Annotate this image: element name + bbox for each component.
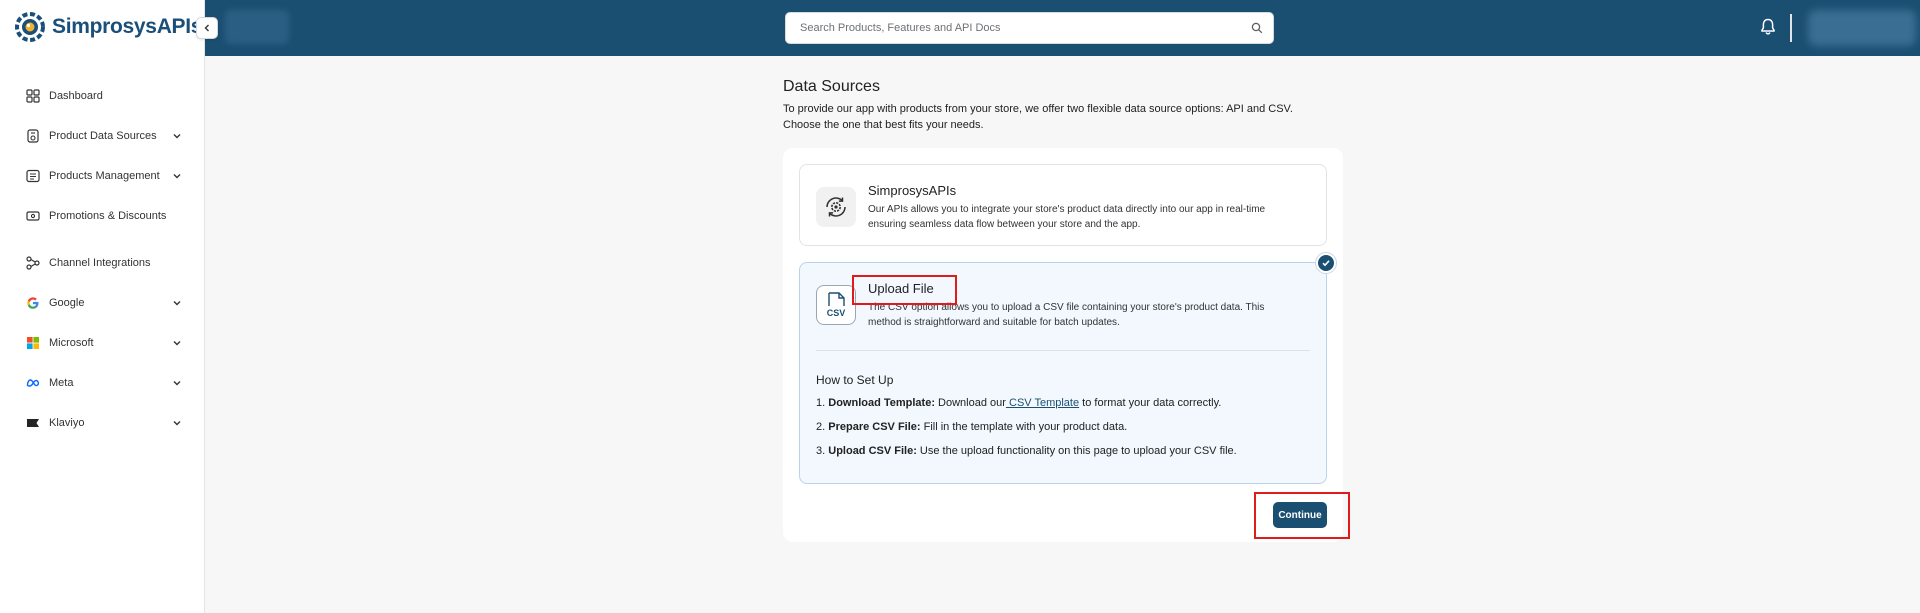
sidebar-item-label: Meta (49, 377, 74, 389)
chevron-down-icon[interactable] (171, 170, 183, 182)
chevron-down-icon[interactable] (171, 297, 183, 309)
search-icon[interactable] (1251, 22, 1263, 34)
highlight-box-continue (1254, 492, 1350, 539)
sidebar-item-channel-integrations[interactable]: Channel Integrations (0, 247, 205, 279)
sidebar-item-google[interactable]: Google (0, 287, 205, 319)
search-input[interactable] (800, 22, 1251, 34)
step-text: Download our (935, 397, 1006, 409)
brand-name-part1: Simprosys (52, 15, 157, 38)
setup-step: 3. Upload CSV File: Use the upload funct… (816, 445, 1237, 457)
sidebar: SimprosysAPIs Dashboard Product Data Sou… (0, 0, 205, 613)
chevron-left-icon (204, 24, 209, 32)
csv-icon-text: CSV (827, 308, 846, 318)
sidebar-item-label: Promotions & Discounts (49, 210, 167, 222)
notification-bell-icon[interactable] (1758, 17, 1778, 37)
step-text: Fill in the template with your product d… (920, 421, 1128, 433)
api-option-desc-line1: Our APIs allows you to integrate your st… (868, 204, 1266, 215)
step-heading: Prepare CSV File: (828, 421, 921, 433)
step-text-after: to format your data correctly. (1079, 397, 1222, 409)
csv-option-divider (816, 350, 1310, 351)
api-option-title: SimprosysAPIs (868, 183, 957, 198)
sidebar-item-promotions[interactable]: Promotions & Discounts (0, 200, 205, 232)
highlight-box-upload-title (852, 275, 957, 305)
api-gear-icon (816, 187, 856, 227)
data-source-panel: SimprosysAPIs Our APIs allows you to int… (783, 148, 1343, 542)
sidebar-item-klaviyo[interactable]: Klaviyo (0, 407, 205, 439)
header-divider (1790, 14, 1792, 42)
sidebar-item-label: Dashboard (49, 90, 103, 102)
klaviyo-icon (26, 416, 40, 430)
sidebar-item-label: Google (49, 297, 85, 309)
promotions-icon (26, 209, 40, 223)
microsoft-icon (26, 336, 40, 350)
chevron-down-icon[interactable] (171, 377, 183, 389)
products-icon (26, 169, 40, 183)
step-heading: Download Template: (828, 397, 935, 409)
step-text: Use the upload functionality on this pag… (916, 445, 1237, 457)
sidebar-item-microsoft[interactable]: Microsoft (0, 327, 205, 359)
sidebar-item-products-management[interactable]: Products Management (0, 160, 205, 192)
meta-icon (26, 376, 40, 390)
page-description-line1: To provide our app with products from yo… (783, 103, 1293, 115)
csv-option-desc-line2: method is straightforward and suitable f… (868, 317, 1120, 328)
google-icon (26, 296, 40, 310)
sidebar-item-label: Channel Integrations (49, 257, 151, 269)
top-header (205, 0, 1920, 56)
page-header: Data Sources To provide our app with pro… (783, 78, 1343, 133)
sidebar-item-meta[interactable]: Meta (0, 367, 205, 399)
chevron-down-icon[interactable] (171, 130, 183, 142)
integrations-icon (26, 256, 40, 270)
page-title: Data Sources (783, 78, 880, 95)
api-option-desc-line2: ensuring seamless data flow between your… (868, 219, 1141, 230)
page-description-line2: Choose the one that best fits your needs… (783, 119, 984, 131)
api-option-card[interactable]: SimprosysAPIs Our APIs allows you to int… (799, 164, 1327, 246)
setup-step: 2. Prepare CSV File: Fill in the templat… (816, 421, 1127, 433)
sidebar-item-label: Product Data Sources (49, 130, 157, 142)
csv-file-icon: CSV (816, 285, 856, 325)
csv-template-link[interactable]: CSV Template (1006, 397, 1079, 409)
brand-name: SimprosysAPIs (52, 15, 202, 39)
step-number: 2. (816, 421, 826, 433)
sidebar-collapse-button[interactable] (196, 17, 218, 39)
user-profile-menu[interactable] (1808, 10, 1916, 46)
chevron-down-icon[interactable] (171, 337, 183, 349)
sidebar-item-label: Klaviyo (49, 417, 85, 429)
sidebar-item-dashboard[interactable]: Dashboard (0, 80, 205, 112)
brand[interactable]: SimprosysAPIs (14, 10, 202, 44)
step-number: 3. (816, 445, 826, 457)
setup-step: 1. Download Template: Download our CSV T… (816, 397, 1221, 409)
setup-title: How to Set Up (816, 373, 894, 387)
sidebar-item-label: Microsoft (49, 337, 94, 349)
sidebar-item-label: Products Management (49, 170, 160, 182)
page-description: To provide our app with products from yo… (783, 101, 1343, 133)
data-sources-icon (26, 129, 40, 143)
brand-logo-icon (15, 12, 45, 42)
step-heading: Upload CSV File: (828, 445, 917, 457)
search-bar[interactable] (785, 12, 1274, 44)
step-number: 1. (816, 397, 826, 409)
api-option-description: Our APIs allows you to integrate your st… (868, 202, 1308, 232)
selected-check-icon (1316, 253, 1336, 273)
chevron-down-icon[interactable] (171, 417, 183, 429)
dashboard-icon (26, 89, 40, 103)
sidebar-item-product-data-sources[interactable]: Product Data Sources (0, 120, 205, 152)
store-selector[interactable] (225, 10, 289, 44)
